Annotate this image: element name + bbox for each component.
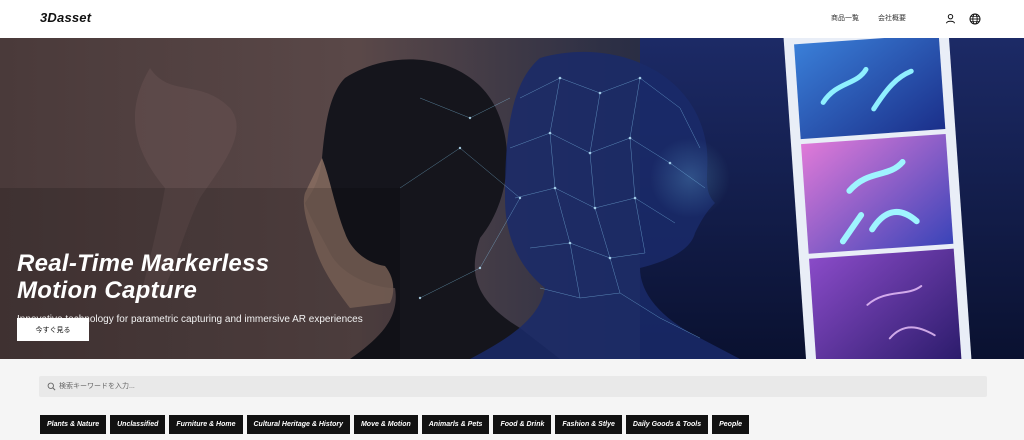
user-icon <box>945 13 956 24</box>
hero-image <box>0 38 1024 359</box>
category-unclassified[interactable]: Unclassified <box>110 415 166 434</box>
site-logo[interactable]: 3Dasset <box>40 10 91 25</box>
category-furniture-home[interactable]: Furniture & Home <box>169 415 243 434</box>
hero-banner: Real-Time Markerless Motion Capture Inno… <box>0 38 1024 359</box>
nav-link-products[interactable]: 商品一覧 <box>831 13 859 23</box>
hero-title-line-1: Real-Time Markerless <box>17 250 270 277</box>
account-button[interactable] <box>944 12 957 25</box>
search-icon <box>47 382 56 391</box>
site-header: 3Dasset 商品一覧 会社概要 <box>0 0 1024 38</box>
category-move-motion[interactable]: Move & Motion <box>353 415 418 434</box>
category-people[interactable]: People <box>712 415 750 434</box>
category-food-drink[interactable]: Food & Drink <box>493 415 552 434</box>
hero-title: Real-Time Markerless Motion Capture <box>17 250 377 304</box>
category-plants-nature[interactable]: Plants & Nature <box>40 415 107 434</box>
category-cultural-heritage[interactable]: Cultural Heritage & History <box>246 415 350 434</box>
category-fashion-style[interactable]: Fashion & Stlye <box>555 415 622 434</box>
hero-title-line-2: Motion Capture <box>17 277 198 304</box>
category-animals-pets[interactable]: Animarls & Pets <box>421 415 490 434</box>
language-button[interactable] <box>968 12 981 25</box>
globe-icon <box>969 13 980 24</box>
search-bar <box>39 376 987 397</box>
search-input[interactable] <box>59 376 979 397</box>
category-daily-goods-tools[interactable]: Daily Goods & Tools <box>625 415 709 434</box>
view-now-button[interactable]: 今すぐ見る <box>17 318 89 341</box>
category-tags: Plants & Nature Unclassified Furniture &… <box>40 415 750 434</box>
nav-link-company[interactable]: 会社概要 <box>878 13 906 23</box>
